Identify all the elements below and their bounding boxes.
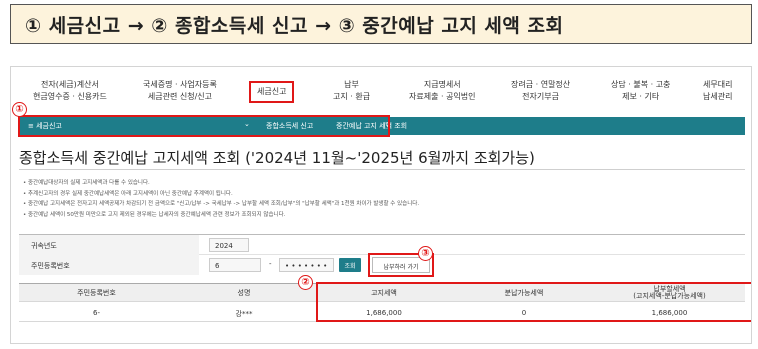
rrn-label: 주민등록번호 <box>19 255 199 275</box>
table-cell: 6- <box>19 302 174 322</box>
notice-item: • 중간예납 세액이 50만원 미만으로 고지 제외된 경우에는 납세자의 중간… <box>23 211 286 218</box>
query-form: 귀속년도 2024 주민등록번호 6 - • • • • • • • 조회 납부… <box>19 234 745 277</box>
step-marker-3: ③ <box>418 246 433 261</box>
nav-consulting[interactable]: 상담 · 불복 · 고충 제보 · 기타 <box>611 79 670 103</box>
nav-certificates[interactable]: 국세증명 · 사업자등록 세금관련 신청/신고 <box>143 79 217 103</box>
nav-payment[interactable]: 납부 고지 · 환급 <box>333 79 370 103</box>
nav-label: 납세관리 <box>703 92 733 101</box>
highlight-breadcrumb <box>18 115 390 137</box>
nav-label: 세금관련 신청/신고 <box>147 92 212 101</box>
highlight-tax-amounts <box>316 282 751 322</box>
nav-label: 납부 <box>344 80 359 89</box>
step-banner-text: ① 세금신고 → ② 종합소득세 신고 → ③ 중간예납 고지 세액 조회 <box>25 14 564 37</box>
step-marker-1: ① <box>12 102 27 117</box>
nav-incentives[interactable]: 장려금 · 연말정산 전자기부금 <box>511 79 570 103</box>
year-field[interactable]: 2024 <box>209 238 249 252</box>
rrn-back-field[interactable]: • • • • • • • <box>279 258 334 272</box>
step-banner: ① 세금신고 → ② 종합소득세 신고 → ③ 중간예납 고지 세액 조회 <box>10 4 752 44</box>
top-navigation: 전자(세금)계산서 현금영수증 · 신용카드 국세증명 · 사업자등록 세금관련… <box>11 77 751 111</box>
nav-label: 전자(세금)계산서 <box>41 80 99 89</box>
nav-tax-filing[interactable]: 세금신고 <box>249 81 295 103</box>
page-title: 종합소득세 중간예납 고지세액 조회 ('2024년 11월~'2025년 6월… <box>19 149 535 167</box>
table-header: 성명 <box>174 284 314 302</box>
nav-label: 국세증명 · 사업자등록 <box>143 80 217 89</box>
rrn-row: 주민등록번호 6 - • • • • • • • 조회 납부하러 가기 <box>19 253 745 277</box>
divider <box>19 169 745 170</box>
nav-label: 지급명세서 <box>423 80 461 89</box>
query-button[interactable]: 조회 <box>339 258 361 272</box>
nav-label: 세금신고 <box>257 87 287 96</box>
nav-payment-statement[interactable]: 지급명세서 자료제출 · 공익법인 <box>409 79 476 103</box>
rrn-dash: - <box>269 260 272 268</box>
nav-label: 세무대리 <box>703 80 733 89</box>
nav-label: 고지 · 환급 <box>333 92 371 101</box>
nav-label: 자료제출 · 공익법인 <box>409 92 476 101</box>
step-marker-2: ② <box>298 275 313 290</box>
rrn-front-field[interactable]: 6 <box>209 258 261 272</box>
hometax-page: 전자(세금)계산서 현금영수증 · 신용카드 국세증명 · 사업자등록 세금관련… <box>10 66 752 344</box>
nav-tax-agent[interactable]: 세무대리 납세관리 <box>703 79 732 103</box>
table-cell: 강*** <box>174 302 314 322</box>
nav-e-invoice[interactable]: 전자(세금)계산서 현금영수증 · 신용카드 <box>33 79 107 103</box>
nav-label: 장려금 · 연말정산 <box>511 80 571 89</box>
notice-item: • 중간예납 고지세액은 전자고지 세액공제가 차감되기 전 금액으로 "신고/… <box>23 201 420 207</box>
table-header: 주민등록번호 <box>19 284 174 302</box>
nav-label: 상담 · 불복 · 고충 <box>611 80 671 89</box>
nav-label: 현금영수증 · 신용카드 <box>33 92 107 101</box>
year-label: 귀속년도 <box>19 235 199 255</box>
notice-item: • 중간예납대상자의 실제 고지세액과 다를 수 있습니다. <box>23 180 150 186</box>
nav-label: 전자기부금 <box>522 92 559 101</box>
notice-item: • 추계신고자의 경우 실제 중간예납세액은 아래 고지세액이 아닌 중간예납 … <box>23 190 233 197</box>
year-row: 귀속년도 2024 <box>19 235 745 255</box>
nav-label: 제보 · 기타 <box>622 92 660 101</box>
notice-list: • 중간예납대상자의 실제 고지세액과 다를 수 있습니다. • 추계신고자의 … <box>23 178 743 220</box>
